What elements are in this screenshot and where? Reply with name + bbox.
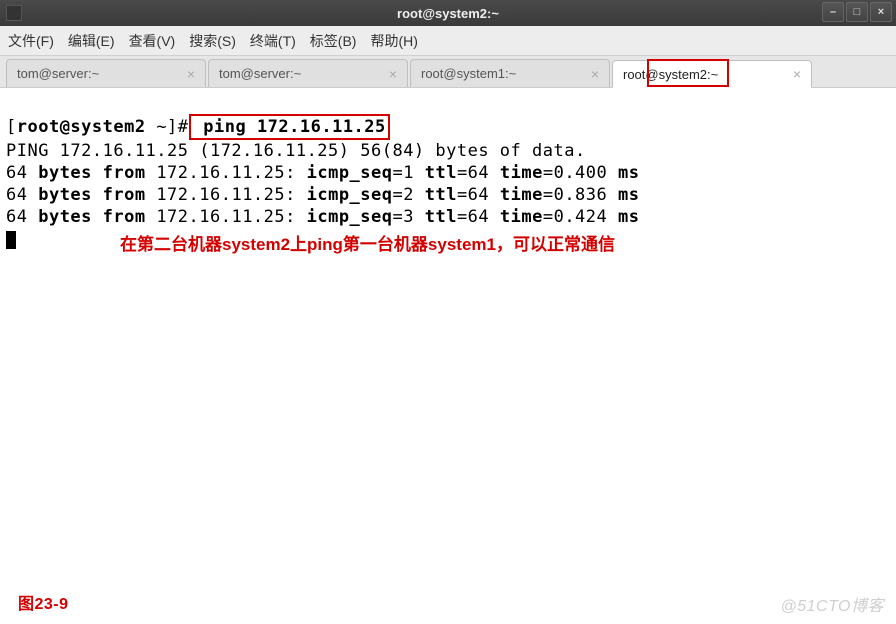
menu-help[interactable]: 帮助(H) (370, 31, 417, 51)
reply-ip: 172.16.11.25: (146, 163, 307, 183)
reply-prefix: 64 (6, 207, 38, 227)
tabbar: tom@server:~ × tom@server:~ × root@syste… (0, 56, 896, 88)
reply-bytes-from: bytes from (38, 207, 145, 227)
prompt-user: root@system2 (17, 117, 146, 137)
prompt-path: ~]# (146, 117, 189, 137)
reply-seq-eq: =1 (393, 163, 425, 183)
command-text: ping 172.16.11.25 (193, 117, 386, 137)
menu-view[interactable]: 查看(V) (129, 31, 176, 51)
reply-ttl-eq: =64 (457, 163, 500, 183)
reply-ttl-key: ttl (425, 185, 457, 205)
tab-root-system1[interactable]: root@system1:~ × (410, 59, 610, 87)
menu-terminal[interactable]: 终端(T) (250, 31, 296, 51)
reply-bytes-from: bytes from (38, 185, 145, 205)
tab-tom-server-1[interactable]: tom@server:~ × (6, 59, 206, 87)
reply-time-key: time (500, 185, 543, 205)
menu-edit[interactable]: 编辑(E) (68, 31, 115, 51)
tab-root-system2[interactable]: root@system2:~ × (612, 60, 812, 88)
menu-search[interactable]: 搜索(S) (189, 31, 236, 51)
window-controls: – □ × (822, 2, 892, 22)
ping-header: PING 172.16.11.25 (172.16.11.25) 56(84) … (6, 141, 586, 161)
reply-ms: ms (618, 207, 639, 227)
tab-tom-server-2[interactable]: tom@server:~ × (208, 59, 408, 87)
menu-tabs[interactable]: 标签(B) (310, 31, 357, 51)
reply-prefix: 64 (6, 163, 38, 183)
reply-seq-key: icmp_seq (307, 207, 393, 227)
figure-label: 图23-9 (18, 594, 69, 616)
reply-ms: ms (618, 163, 639, 183)
annotation-text: 在第二台机器system2上ping第一台机器system1，可以正常通信 (120, 234, 615, 256)
app-icon (6, 5, 22, 21)
reply-time-eq: =0.424 (543, 207, 618, 227)
close-icon[interactable]: × (389, 66, 397, 82)
reply-ttl-key: ttl (425, 207, 457, 227)
reply-ttl-eq: =64 (457, 185, 500, 205)
reply-time-eq: =0.400 (543, 163, 618, 183)
terminal-output[interactable]: [root@system2 ~]# ping 172.16.11.25 PING… (0, 88, 896, 624)
reply-seq-key: icmp_seq (307, 185, 393, 205)
reply-time-key: time (500, 207, 543, 227)
titlebar: root@system2:~ – □ × (0, 0, 896, 26)
reply-prefix: 64 (6, 185, 38, 205)
reply-ms: ms (618, 185, 639, 205)
tab-label: tom@server:~ (219, 66, 301, 81)
minimize-button[interactable]: – (822, 2, 844, 22)
close-icon[interactable]: × (793, 66, 801, 82)
close-button[interactable]: × (870, 2, 892, 22)
close-icon[interactable]: × (591, 66, 599, 82)
reply-time-eq: =0.836 (543, 185, 618, 205)
reply-seq-eq: =3 (393, 207, 425, 227)
watermark: @51CTO博客 (780, 596, 884, 618)
ping-command-highlight: ping 172.16.11.25 (189, 114, 390, 140)
maximize-button[interactable]: □ (846, 2, 868, 22)
reply-ttl-eq: =64 (457, 207, 500, 227)
tab-label: tom@server:~ (17, 66, 99, 81)
reply-bytes-from: bytes from (38, 163, 145, 183)
reply-ip: 172.16.11.25: (146, 207, 307, 227)
tab-label: root@system1:~ (421, 66, 516, 81)
cursor (6, 231, 16, 249)
reply-seq-key: icmp_seq (307, 163, 393, 183)
menubar: 文件(F) 编辑(E) 查看(V) 搜索(S) 终端(T) 标签(B) 帮助(H… (0, 26, 896, 56)
reply-ip: 172.16.11.25: (146, 185, 307, 205)
tab-label: root@system2:~ (623, 67, 718, 82)
reply-ttl-key: ttl (425, 163, 457, 183)
window-title: root@system2:~ (397, 6, 499, 21)
prompt-open: [ (6, 117, 17, 137)
menu-file[interactable]: 文件(F) (8, 31, 54, 51)
reply-seq-eq: =2 (393, 185, 425, 205)
close-icon[interactable]: × (187, 66, 195, 82)
reply-time-key: time (500, 163, 543, 183)
